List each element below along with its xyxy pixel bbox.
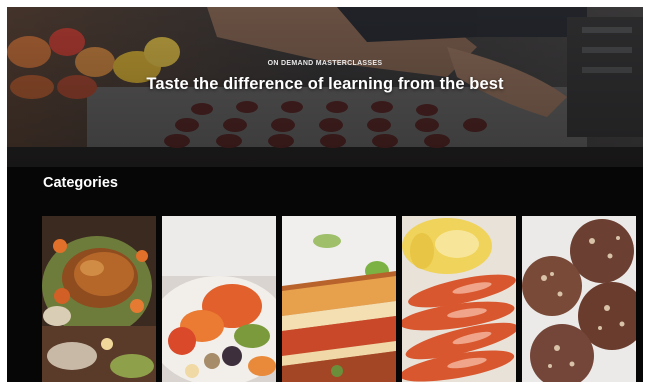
category-card-roast-chicken[interactable] — [42, 216, 156, 382]
langoustines-image — [402, 216, 516, 382]
category-card-lasagna[interactable] — [282, 216, 396, 382]
page-frame: ON DEMAND MASTERCLASSES Taste the differ… — [7, 7, 643, 382]
categories-carousel — [42, 216, 636, 382]
categories-title: Categories — [43, 175, 118, 191]
cookies-image — [522, 216, 636, 382]
category-card-cookies[interactable] — [522, 216, 636, 382]
category-card-langoustines[interactable] — [402, 216, 516, 382]
roast-chicken-image — [42, 216, 156, 382]
hero-kicker: ON DEMAND MASTERCLASSES — [267, 60, 383, 67]
hero-headline: Taste the difference of learning from th… — [146, 75, 504, 93]
category-card-salad[interactable] — [162, 216, 276, 382]
lasagna-image — [282, 216, 396, 382]
hero-banner: ON DEMAND MASTERCLASSES Taste the differ… — [7, 7, 643, 167]
salad-image — [162, 216, 276, 382]
